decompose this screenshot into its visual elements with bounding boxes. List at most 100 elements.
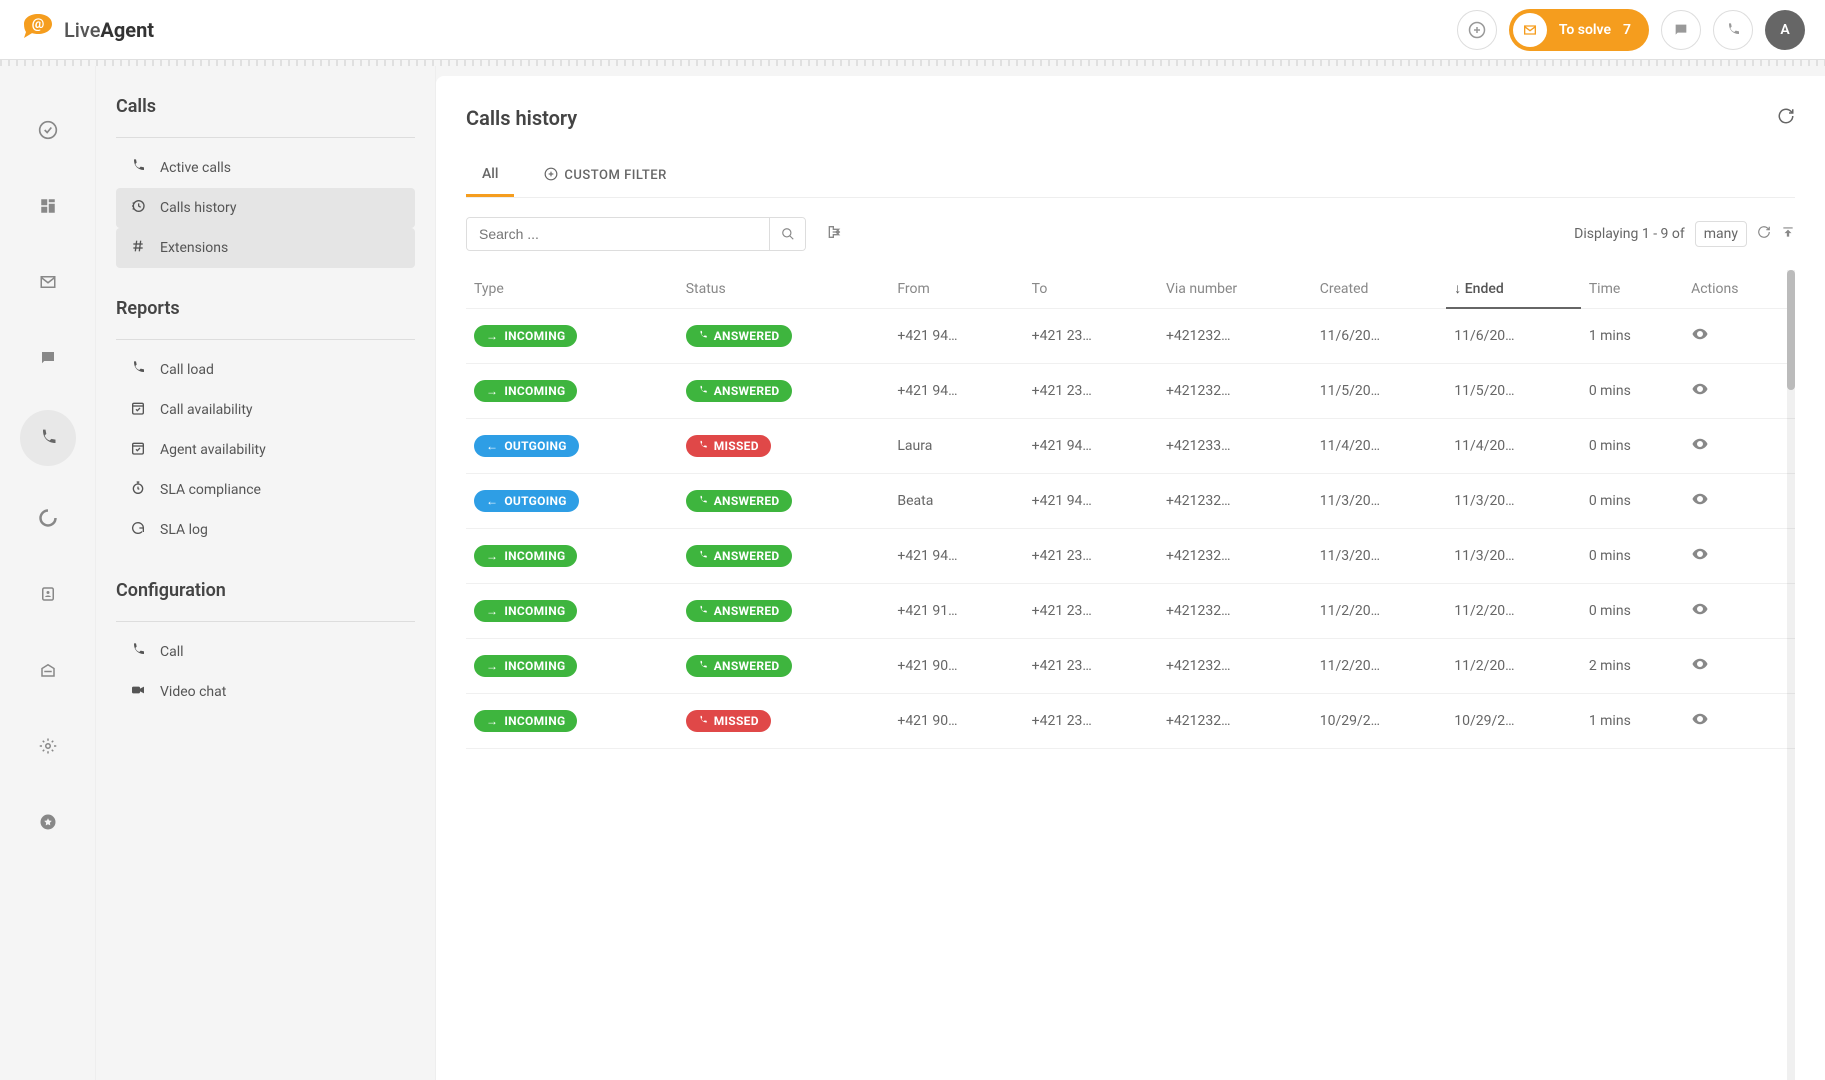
cell-to: +421 23… <box>1024 583 1158 638</box>
sidebar-item[interactable]: Video chat <box>116 672 415 712</box>
sidebar-item[interactable]: Active calls <box>116 148 415 188</box>
app-header: @ LiveAgent To solve 7 A <box>0 0 1825 60</box>
table-row[interactable]: →INCOMINGANSWERED+421 94…+421 23…+421232… <box>466 363 1795 418</box>
reload-button[interactable] <box>1777 107 1795 129</box>
sidebar-item-label: Active calls <box>160 160 231 176</box>
rail-settings-icon[interactable] <box>24 722 72 770</box>
col-via[interactable]: Via number <box>1158 270 1312 308</box>
divider <box>116 339 415 340</box>
rail-chat-icon[interactable] <box>24 334 72 382</box>
logo-icon: @ <box>20 10 56 50</box>
scroll-top-icon[interactable] <box>1781 225 1795 243</box>
scrollbar-thumb[interactable] <box>1787 270 1795 390</box>
view-button[interactable] <box>1691 600 1709 618</box>
tab-all[interactable]: All <box>466 154 514 197</box>
rail-org-icon[interactable] <box>24 646 72 694</box>
view-button[interactable] <box>1691 380 1709 398</box>
rail-mail-icon[interactable] <box>24 258 72 306</box>
search-button[interactable] <box>769 218 805 250</box>
refresh-icon[interactable] <box>1757 225 1771 243</box>
sidebar-item-label: SLA log <box>160 522 208 538</box>
col-from[interactable]: From <box>889 270 1023 308</box>
calendar-check-icon <box>130 400 146 420</box>
table-row[interactable]: →INCOMINGMISSED+421 90…+421 23…+421232…1… <box>466 693 1795 748</box>
sidebar-item[interactable]: Calls history <box>116 188 415 228</box>
phone-button[interactable] <box>1713 10 1753 50</box>
search-wrap <box>466 217 806 251</box>
col-time[interactable]: Time <box>1581 270 1683 308</box>
cell-via: +421232… <box>1158 528 1312 583</box>
col-created[interactable]: Created <box>1312 270 1447 308</box>
rail-contacts-icon[interactable] <box>24 570 72 618</box>
cell-time: 0 mins <box>1581 418 1683 473</box>
cell-ended: 11/3/20… <box>1446 528 1581 583</box>
user-avatar[interactable]: A <box>1765 10 1805 50</box>
hash-icon <box>130 238 146 258</box>
to-solve-count: 7 <box>1623 22 1631 38</box>
add-button[interactable] <box>1457 10 1497 50</box>
col-ended[interactable]: ↓ Ended <box>1446 270 1581 308</box>
cell-from: Beata <box>889 473 1023 528</box>
video-icon <box>130 682 146 702</box>
export-button[interactable] <box>818 216 850 252</box>
sidebar-item[interactable]: Call <box>116 632 415 672</box>
view-button[interactable] <box>1691 710 1709 728</box>
type-badge: →INCOMING <box>474 380 577 402</box>
brand-text: LiveAgent <box>64 18 154 42</box>
table-row[interactable]: ←OUTGOINGMISSEDLaura+421 94…+421233…11/4… <box>466 418 1795 473</box>
cell-to: +421 23… <box>1024 308 1158 363</box>
sidebar-item[interactable]: SLA compliance <box>116 470 415 510</box>
type-badge: ←OUTGOING <box>474 490 579 512</box>
sidebar-item[interactable]: Extensions <box>116 228 415 268</box>
view-button[interactable] <box>1691 325 1709 343</box>
arrow-icon: → <box>486 659 498 673</box>
view-button[interactable] <box>1691 545 1709 563</box>
table-row[interactable]: ←OUTGOINGANSWEREDBeata+421 94…+421232…11… <box>466 473 1795 528</box>
sidebar-item[interactable]: Agent availability <box>116 430 415 470</box>
col-to[interactable]: To <box>1024 270 1158 308</box>
cell-to: +421 23… <box>1024 528 1158 583</box>
sidebar-item[interactable]: Call load <box>116 350 415 390</box>
phone-icon <box>698 384 708 398</box>
rail-loading-icon[interactable] <box>24 494 72 542</box>
view-button[interactable] <box>1691 435 1709 453</box>
refresh-icon <box>130 520 146 540</box>
rail-phone-icon[interactable] <box>20 410 76 466</box>
rail-dashboard-icon[interactable] <box>24 182 72 230</box>
page-title: Calls history <box>466 106 577 130</box>
clock-icon <box>130 480 146 500</box>
type-badge: →INCOMING <box>474 545 577 567</box>
rail-star-icon[interactable] <box>24 798 72 846</box>
sidebar-item-label: Agent availability <box>160 442 266 458</box>
table-row[interactable]: →INCOMINGANSWERED+421 91…+421 23…+421232… <box>466 583 1795 638</box>
type-badge: →INCOMING <box>474 710 577 732</box>
calendar-check-icon <box>130 440 146 460</box>
table-row[interactable]: →INCOMINGANSWERED+421 90…+421 23…+421232… <box>466 638 1795 693</box>
view-button[interactable] <box>1691 490 1709 508</box>
nav-rail <box>0 66 96 1080</box>
to-solve-label: To solve <box>1559 22 1611 38</box>
custom-filter-button[interactable]: CUSTOM FILTER <box>544 167 666 185</box>
rail-check-icon[interactable] <box>24 106 72 154</box>
cell-created: 11/3/20… <box>1312 528 1447 583</box>
main-content: Calls history All CUSTOM FILTER <box>436 76 1825 1080</box>
phone-icon <box>698 329 708 343</box>
sidebar-item-label: SLA compliance <box>160 482 261 498</box>
cell-from: +421 94… <box>889 363 1023 418</box>
search-input[interactable] <box>467 218 769 250</box>
chat-button[interactable] <box>1661 10 1701 50</box>
to-solve-button[interactable]: To solve 7 <box>1509 9 1649 51</box>
page-size-select[interactable]: many <box>1695 221 1747 247</box>
sidebar-item[interactable]: Call availability <box>116 390 415 430</box>
sidebar-section-config: Configuration <box>116 580 415 601</box>
cell-via: +421232… <box>1158 583 1312 638</box>
cell-created: 11/3/20… <box>1312 473 1447 528</box>
table-row[interactable]: →INCOMINGANSWERED+421 94…+421 23…+421232… <box>466 528 1795 583</box>
col-type[interactable]: Type <box>466 270 678 308</box>
col-status[interactable]: Status <box>678 270 890 308</box>
view-button[interactable] <box>1691 655 1709 673</box>
scrollbar-track <box>1787 270 1795 1080</box>
phone-icon <box>698 714 708 728</box>
sidebar-item[interactable]: SLA log <box>116 510 415 550</box>
table-row[interactable]: →INCOMINGANSWERED+421 94…+421 23…+421232… <box>466 308 1795 363</box>
